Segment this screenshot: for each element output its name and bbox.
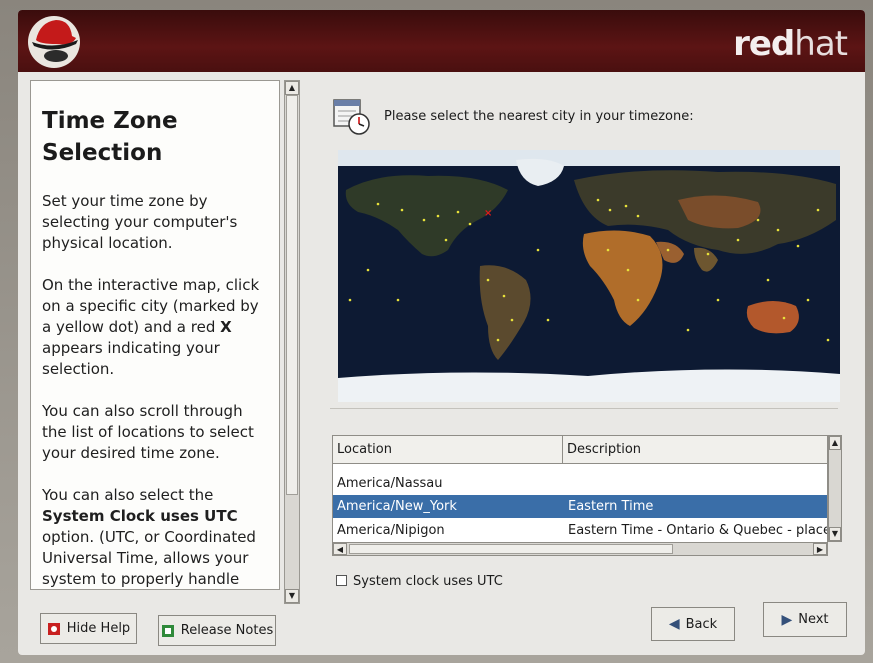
scroll-down-icon[interactable]: ▼ <box>829 527 841 541</box>
table-header: Location Description <box>333 436 827 464</box>
help-paragraph-1: Set your time zone by selecting your com… <box>42 192 238 252</box>
svg-text:×: × <box>484 208 492 219</box>
help-paragraph-2: On the interactive map, click on a speci… <box>42 276 260 378</box>
back-arrow-icon: ◀ <box>668 616 680 632</box>
separator <box>330 408 838 409</box>
hide-help-icon <box>47 622 60 635</box>
next-arrow-icon: ▶ <box>781 611 793 628</box>
timezone-list[interactable]: Location Description America/Nassau Amer… <box>332 435 828 548</box>
timezone-world-map[interactable]: × <box>338 150 840 402</box>
help-paragraph-3: You can also scroll through the list of … <box>42 402 254 462</box>
help-scrollbar[interactable]: ▲ ▼ <box>284 80 300 604</box>
timezone-prompt: Please select the nearest city in your t… <box>384 109 694 124</box>
checkbox-icon[interactable] <box>336 575 347 586</box>
table-row-selected[interactable]: America/New_York Eastern Time <box>333 495 827 518</box>
installer-window: redhat Time Zone Selection Set your time… <box>18 10 865 655</box>
column-header-description[interactable]: Description <box>563 436 827 464</box>
next-button[interactable]: ▶ Next <box>763 602 847 637</box>
help-pane: Time Zone Selection Set your time zone b… <box>30 80 280 590</box>
list-vertical-scrollbar[interactable]: ▲ ▼ <box>828 435 842 542</box>
scroll-up-icon[interactable]: ▲ <box>285 81 299 95</box>
table-row[interactable]: America/Nassau <box>333 472 827 495</box>
list-horizontal-scrollbar[interactable]: ◀ ▶ <box>332 542 828 556</box>
help-scroll-thumb[interactable] <box>286 95 298 495</box>
help-title: Time Zone Selection <box>42 108 178 166</box>
hide-help-button[interactable]: Hide Help <box>40 613 137 644</box>
redhat-logo-icon <box>28 16 80 68</box>
header-banner: redhat <box>18 10 865 72</box>
brand-wordmark: redhat <box>733 24 848 64</box>
scroll-left-icon[interactable]: ◀ <box>333 543 347 555</box>
list-hscroll-thumb[interactable] <box>349 544 673 554</box>
release-notes-button[interactable]: Release Notes <box>158 615 276 646</box>
clock-calendar-icon <box>333 99 370 135</box>
scroll-down-icon[interactable]: ▼ <box>285 589 299 603</box>
release-notes-icon <box>161 624 174 637</box>
back-button[interactable]: ◀ Back <box>651 607 735 641</box>
table-row[interactable]: America/Nipigon Eastern Time - Ontario &… <box>333 519 827 542</box>
column-header-location[interactable]: Location <box>333 436 563 464</box>
utc-checkbox[interactable]: System clock uses UTC <box>336 574 503 589</box>
help-paragraph-4: You can also select the System Clock use… <box>42 486 256 588</box>
scroll-right-icon[interactable]: ▶ <box>813 543 827 555</box>
scroll-up-icon[interactable]: ▲ <box>829 436 841 450</box>
